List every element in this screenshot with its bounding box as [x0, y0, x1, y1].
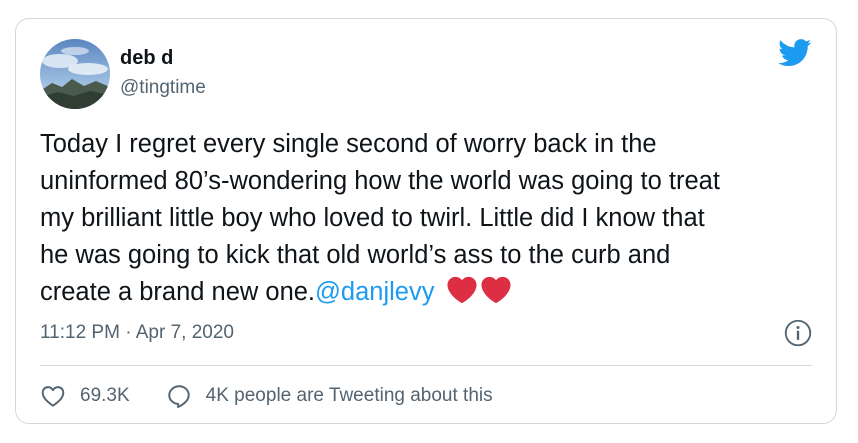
heart-outline-icon [41, 386, 65, 407]
tweet-actions: 69.3K 4K people are Tweeting about this [40, 383, 493, 409]
author-handle[interactable]: @tingtime [120, 76, 206, 100]
tweet-line: he was going to kick that old world’s as… [40, 241, 671, 269]
speech-bubble-icon [167, 385, 190, 409]
tweet-timestamp[interactable]: 11:12 PM · Apr 7, 2020 [40, 321, 234, 345]
avatar[interactable] [40, 39, 110, 109]
info-icon[interactable] [784, 319, 812, 347]
avatar-image [40, 39, 110, 109]
tweet-text: Today I regret every single second of wo… [40, 126, 830, 311]
like-count: 69.3K [80, 385, 130, 406]
mention-link[interactable]: @danjlevy [315, 278, 434, 306]
conversation-link[interactable]: 4K people are Tweeting about this [166, 383, 493, 409]
like-button[interactable]: 69.3K [40, 383, 130, 409]
tweet-line: Today I regret every single second of wo… [40, 130, 657, 158]
divider [40, 365, 812, 366]
tweet-line: create a brand new one. [40, 278, 316, 306]
red-heart-emoji-icon [481, 276, 511, 304]
tweet-line: uninformed 80’s-wondering how the world … [40, 167, 720, 195]
twitter-bird-icon[interactable] [778, 39, 812, 67]
tweet-last-line: create a brand new one.@danjlevy [40, 274, 830, 311]
author-name[interactable]: deb d [120, 46, 173, 70]
conversation-label: 4K people are Tweeting about this [205, 385, 493, 406]
red-heart-emoji-icon [447, 276, 477, 304]
tweet-card[interactable]: deb d @tingtime Today I regret every sin… [15, 18, 837, 424]
tweet-line: my brilliant little boy who loved to twi… [40, 204, 705, 232]
